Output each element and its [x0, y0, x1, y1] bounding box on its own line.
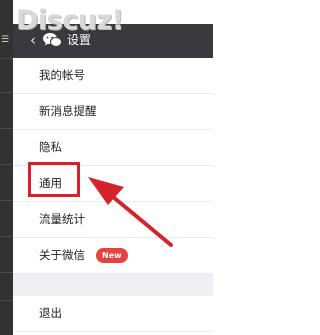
divider	[0, 92, 13, 93]
divider	[0, 236, 13, 237]
right-margin	[213, 0, 263, 335]
menu-item-data-usage[interactable]: 流量统计	[13, 202, 213, 238]
divider	[0, 300, 13, 301]
divider	[0, 272, 13, 273]
new-badge: New	[96, 248, 128, 263]
logout-button[interactable]: 退出	[13, 296, 213, 332]
menu-item-my-account[interactable]: 我的帐号	[13, 58, 213, 94]
divider	[0, 58, 13, 59]
menu-item-privacy[interactable]: 隐私	[13, 130, 213, 166]
divider	[0, 200, 13, 201]
menu-icon: ☰	[1, 35, 10, 45]
logout-label: 退出	[39, 306, 62, 320]
menu-item-label: 我的帐号	[39, 68, 85, 82]
menu-item-about-wechat[interactable]: 关于微信 New	[13, 238, 213, 274]
menu-item-new-message-alerts[interactable]: 新消息提醒	[13, 94, 213, 130]
menu-item-label: 隐私	[39, 140, 62, 154]
menu-item-label: 关于微信	[39, 248, 85, 262]
highlight-box	[28, 162, 80, 197]
divider	[0, 128, 13, 129]
background-app-strip: ☰	[0, 0, 13, 335]
menu-item-label: 流量统计	[39, 212, 85, 226]
discuz-watermark-logo: Discuz!	[16, 5, 124, 36]
group-separator	[13, 274, 213, 296]
menu-item-label: 新消息提醒	[39, 104, 97, 118]
divider	[0, 164, 13, 165]
